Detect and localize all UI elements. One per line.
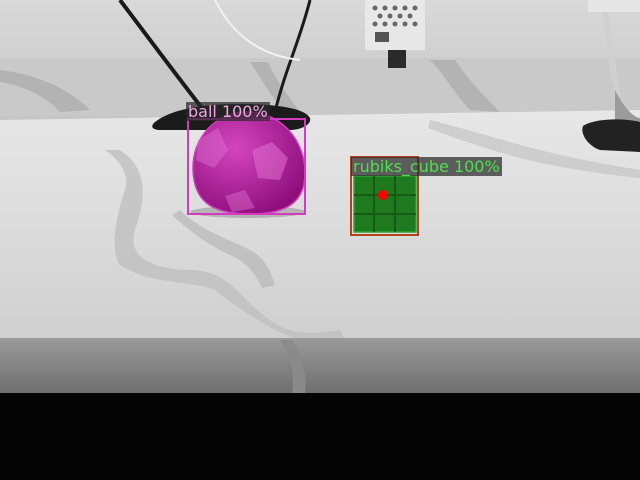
floor-shadow — [0, 393, 640, 480]
backsplash — [0, 58, 640, 116]
kettle-body — [588, 0, 640, 12]
device-stand — [388, 50, 406, 68]
countertop — [0, 110, 640, 340]
cube-detection-label: rubiks_cube 100% — [351, 157, 502, 176]
ball-detection-label: ball 100% — [186, 102, 270, 121]
counter-edge — [0, 338, 640, 394]
cube-center-point — [378, 190, 388, 200]
cube-mask — [353, 175, 417, 233]
detection-scene — [0, 0, 640, 480]
device-port — [375, 32, 389, 42]
